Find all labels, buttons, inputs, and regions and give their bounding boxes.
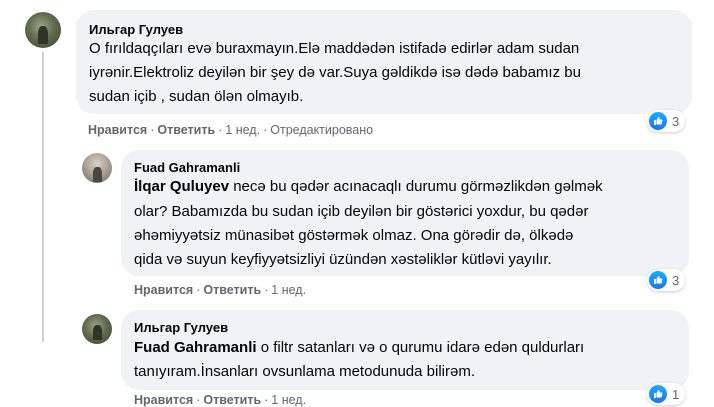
comment-author[interactable]: Ильгар Гулуев — [89, 22, 183, 37]
reaction-count-value: 3 — [672, 113, 680, 129]
avatar-figure — [37, 25, 49, 44]
comment-text-line: olar? Babamızda bu sudan içib deyilən bi… — [134, 203, 589, 220]
comment-text-line: sudan içib , sudan ölən olmayıb. — [89, 88, 304, 105]
comment-text-line: tanıyıram.İnsanları ovsunlama metodunuda… — [134, 363, 476, 380]
reaction-count[interactable]: 3 — [647, 269, 686, 291]
mention-link[interactable]: Fuad Gahramanli — [134, 339, 257, 356]
reply-button[interactable]: Ответить — [203, 283, 261, 297]
like-reaction-icon — [649, 385, 667, 403]
reply-button[interactable]: Ответить — [203, 393, 261, 407]
reaction-count[interactable]: 1 — [647, 383, 686, 405]
comment-author[interactable]: Fuad Gahramanli — [134, 160, 240, 175]
timestamp[interactable]: 1 нед. — [225, 123, 260, 137]
reply-button[interactable]: Ответить — [157, 123, 215, 137]
comment-text-line: O fırıldaqçıları evə buraxmayın.Elə madd… — [89, 40, 580, 57]
like-button[interactable]: Нравится — [134, 393, 193, 407]
comment-actions: Нравится · Ответить · 1 нед. — [134, 393, 307, 407]
like-button[interactable]: Нравится — [134, 283, 193, 297]
timestamp[interactable]: 1 нед. — [271, 393, 306, 407]
comment-actions: Нравится · Ответить · 1 нед. — [134, 283, 307, 297]
avatar[interactable] — [82, 153, 112, 183]
avatar[interactable] — [25, 12, 61, 48]
like-reaction-icon — [649, 112, 667, 130]
comment-text-line: əhəmiyyətsiz münasibət göstərmək olmaz. … — [134, 227, 574, 244]
avatar-figure — [92, 166, 102, 182]
mention-link[interactable]: İlqar Quluyev — [134, 178, 229, 195]
like-button[interactable]: Нравится — [88, 123, 147, 137]
comment-text-span: o filtr satanları və o qurumu idarə edən… — [256, 339, 585, 356]
timestamp[interactable]: 1 нед. — [271, 283, 306, 297]
avatar-figure — [92, 325, 102, 341]
comment-text-span: necə bu qədər acınacaqlı durumu görməzli… — [229, 178, 603, 195]
thread-line — [42, 52, 44, 342]
comment-author[interactable]: Ильгар Гулуев — [134, 320, 228, 335]
comment-text-line: Fuad Gahramanli o filtr satanları və o q… — [134, 337, 584, 360]
avatar[interactable] — [82, 314, 112, 344]
edited-label: Отредактировано — [270, 123, 374, 137]
comment-text-line: İlqar Quluyev necə bu qədər acınacaqlı d… — [134, 176, 603, 199]
comment-actions: Нравится · Ответить · 1 нед. · Отредактировано — [88, 123, 374, 137]
like-reaction-icon — [649, 271, 667, 289]
reaction-count[interactable]: 3 — [647, 110, 686, 132]
comment-text-line: iyrənir.Elektroliz deyilən bir şey də va… — [89, 64, 581, 81]
reaction-count-value: 3 — [672, 272, 680, 288]
reaction-count-value: 1 — [672, 386, 680, 402]
comment-text-line: qida və suyun keyfiyyətsizliyi üzündən x… — [134, 251, 552, 268]
